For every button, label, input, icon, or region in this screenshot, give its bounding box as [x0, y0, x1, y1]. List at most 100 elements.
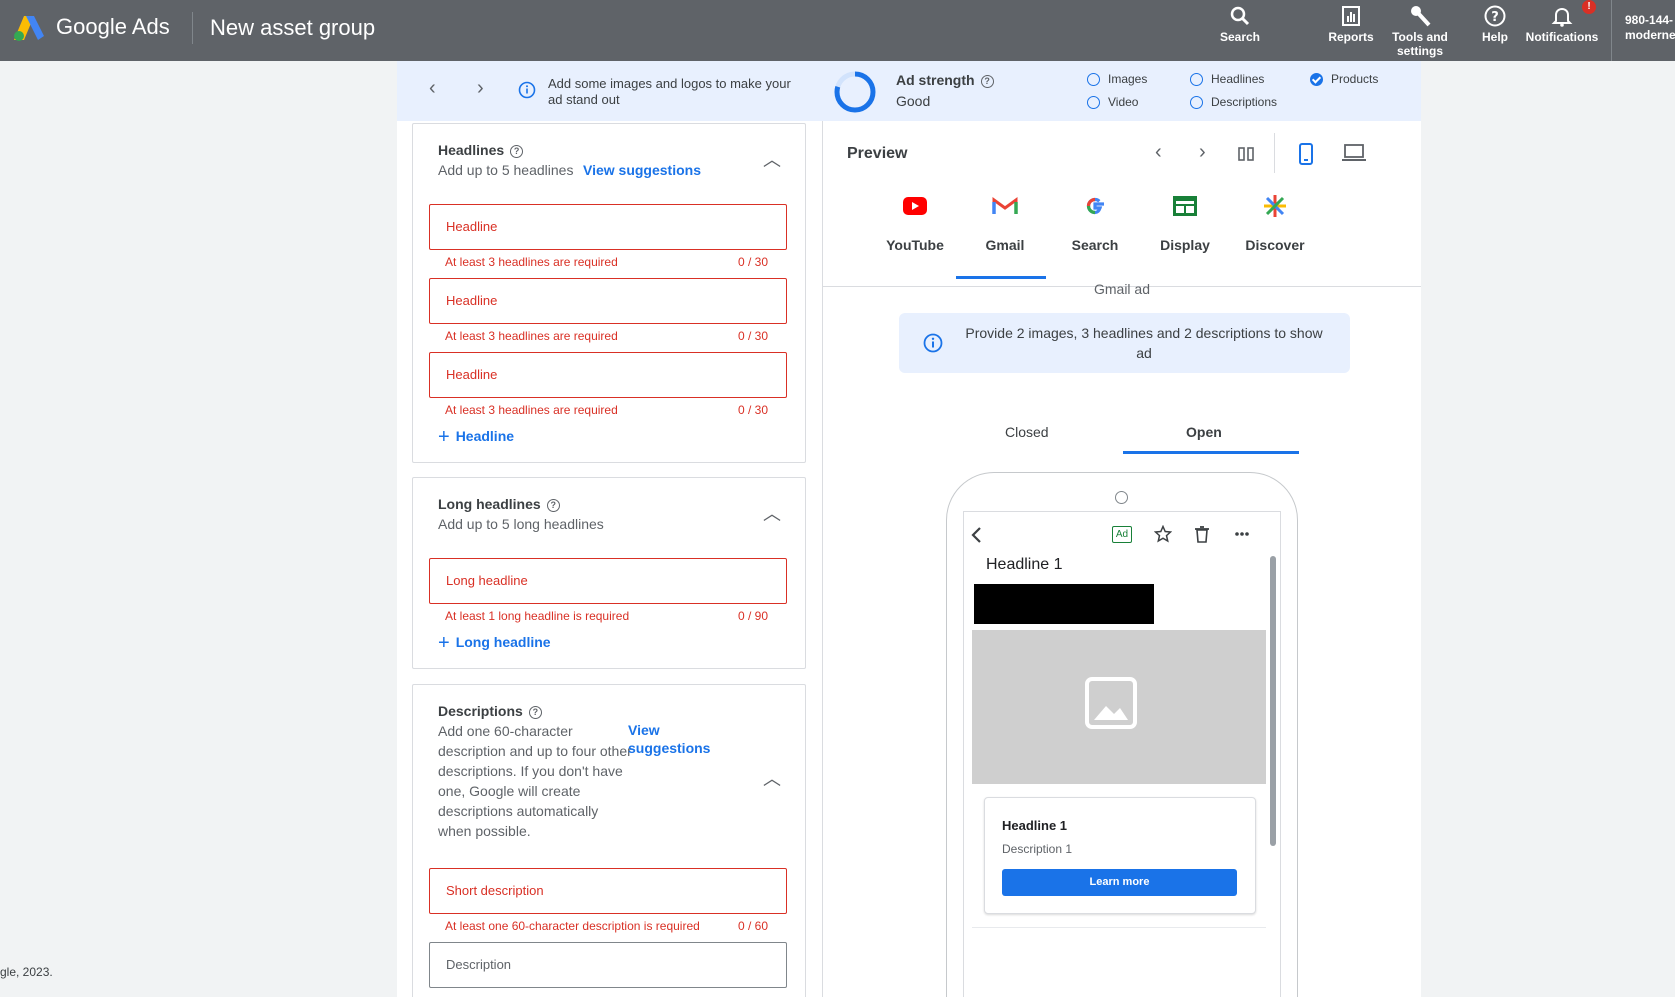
image-placeholder-icon — [1085, 677, 1137, 729]
gmail-icon — [992, 197, 1018, 214]
active-tab-indicator — [1123, 451, 1299, 454]
ad-headline: Headline 1 — [986, 556, 1063, 573]
learn-more-button[interactable]: Learn more — [1002, 869, 1237, 896]
preview-subtitle: Gmail ad — [1093, 281, 1151, 297]
headlines-subtitle: Add up to 5 headlines — [438, 162, 574, 178]
headline-counter: 0 / 30 — [738, 329, 769, 343]
long-headlines-card: Long headlines? Add up to 5 long headlin… — [412, 477, 806, 669]
star-icon — [1154, 525, 1172, 543]
display-icon — [1173, 196, 1197, 216]
previous-arrow-icon[interactable]: ‹ — [429, 77, 436, 100]
ad-strength-ring-icon — [834, 71, 876, 113]
checklist-headlines: Headlines — [1190, 71, 1264, 87]
checklist-products: Products — [1310, 71, 1378, 87]
notification-badge: ! — [1582, 0, 1596, 14]
add-long-headline-button[interactable]: + Long headline — [438, 632, 551, 655]
search-label: Search — [1219, 30, 1261, 44]
tools-settings-label: Tools and settings — [1392, 30, 1448, 58]
account-divider — [1611, 0, 1612, 61]
desktop-view-icon[interactable] — [1342, 143, 1366, 163]
tab-discover[interactable]: Discover — [1235, 181, 1315, 253]
long-headline-input[interactable]: Long headline — [429, 558, 787, 604]
tools-settings-button[interactable]: Tools and settings — [1389, 4, 1451, 58]
checklist-descriptions: Descriptions — [1190, 94, 1277, 110]
add-headline-button[interactable]: + Headline — [438, 426, 514, 449]
description-input[interactable]: Description — [429, 942, 787, 988]
tab-closed[interactable]: Closed — [1005, 424, 1049, 440]
bell-icon — [1551, 7, 1573, 27]
headline-counter: 0 / 30 — [738, 255, 769, 269]
previous-preview-arrow-icon[interactable]: ‹ — [1155, 141, 1162, 164]
headline-input[interactable]: Headline — [429, 278, 787, 324]
headline-counter: 0 / 30 — [738, 403, 769, 417]
phone-mockup: Ad Headline 1 Headline 1 Description 1 L… — [946, 472, 1298, 997]
search-button[interactable]: Search — [1212, 4, 1268, 44]
top-bar: Google Ads New asset group Search Report… — [0, 0, 1675, 61]
unchecked-circle-icon — [1190, 96, 1203, 110]
google-icon — [1086, 197, 1104, 215]
checklist-video: Video — [1087, 94, 1138, 110]
descriptions-card: Descriptions? Add one 60-character descr… — [412, 684, 806, 997]
next-preview-arrow-icon[interactable]: › — [1199, 141, 1206, 164]
back-arrow-icon — [971, 527, 981, 543]
google-ads-logo-icon — [14, 16, 44, 41]
tab-search[interactable]: Search — [1055, 181, 1135, 253]
ad-strength-bar: ‹ › Add some images and logos to make yo… — [397, 61, 1421, 122]
check-circle-icon — [1310, 73, 1323, 87]
headline-error: At least 3 headlines are required — [445, 403, 618, 417]
channel-tabs: YouTube Gmail Search Display Discover — [823, 181, 1421, 287]
descriptions-title: Descriptions? — [438, 703, 542, 719]
collapse-chevron-icon[interactable]: ︿ — [763, 146, 781, 172]
page-title: New asset group — [210, 15, 376, 40]
long-headline-error: At least 1 long headline is required — [445, 609, 630, 623]
tab-gmail[interactable]: Gmail — [956, 181, 1046, 279]
asset-editor-panel: Headlines? Add up to 5 headlines View su… — [397, 121, 823, 997]
notice-text: Provide 2 images, 3 headlines and 2 desc… — [965, 325, 1323, 361]
tab-youtube[interactable]: YouTube — [875, 181, 955, 253]
card-headline: Headline 1 — [1002, 818, 1068, 833]
unchecked-circle-icon — [1087, 96, 1100, 110]
scrollbar[interactable] — [1270, 556, 1276, 846]
next-arrow-icon[interactable]: › — [477, 77, 484, 100]
headline-error: At least 3 headlines are required — [445, 255, 618, 269]
headline-input[interactable]: Headline — [429, 352, 787, 398]
trash-icon — [1195, 526, 1209, 543]
help-icon[interactable]: ? — [528, 705, 542, 719]
view-suggestions-link[interactable]: View suggestions — [628, 721, 710, 757]
short-description-input[interactable]: Short description — [429, 868, 787, 914]
reports-label: Reports — [1328, 30, 1374, 44]
tab-open[interactable]: Open — [1186, 424, 1222, 440]
headline-input[interactable]: Headline — [429, 204, 787, 250]
footer-copyright: gle, 2023. — [0, 965, 53, 979]
mobile-view-icon[interactable] — [1297, 143, 1315, 165]
redacted-block — [974, 584, 1154, 624]
account-info[interactable]: 980-144- moderne — [1625, 13, 1675, 43]
tab-display[interactable]: Display — [1145, 181, 1225, 253]
help-icon[interactable]: ? — [980, 74, 994, 88]
collapse-chevron-icon[interactable]: ︿ — [763, 500, 781, 526]
reports-icon — [1342, 6, 1360, 26]
search-icon — [1230, 6, 1250, 26]
plus-icon: + — [438, 426, 450, 448]
long-headlines-title: Long headlines? — [438, 496, 560, 512]
account-id: 980-144- — [1625, 13, 1674, 27]
phone-camera — [1115, 491, 1128, 504]
gmail-ad-preview: Ad Headline 1 Headline 1 Description 1 L… — [963, 511, 1281, 997]
side-by-side-view-icon[interactable] — [1237, 145, 1255, 163]
help-icon[interactable]: ? — [546, 498, 560, 512]
ad-strength-label: Ad strength? — [896, 72, 994, 88]
headline-error: At least 3 headlines are required — [445, 329, 618, 343]
help-button[interactable]: ? Help — [1475, 4, 1515, 44]
view-suggestions-link[interactable]: View suggestions — [583, 161, 701, 179]
help-label: Help — [1481, 30, 1508, 44]
info-icon — [923, 333, 943, 353]
preview-notice: Provide 2 images, 3 headlines and 2 desc… — [899, 313, 1350, 373]
youtube-icon — [903, 197, 927, 215]
collapse-chevron-icon[interactable]: ︿ — [763, 765, 781, 791]
help-icon[interactable]: ? — [510, 144, 524, 158]
reports-button[interactable]: Reports — [1320, 4, 1382, 44]
ad-strength-value: Good — [896, 93, 931, 109]
discover-icon — [1264, 195, 1286, 217]
notifications-button[interactable]: ! Notifications — [1520, 0, 1604, 44]
image-placeholder — [972, 630, 1266, 784]
